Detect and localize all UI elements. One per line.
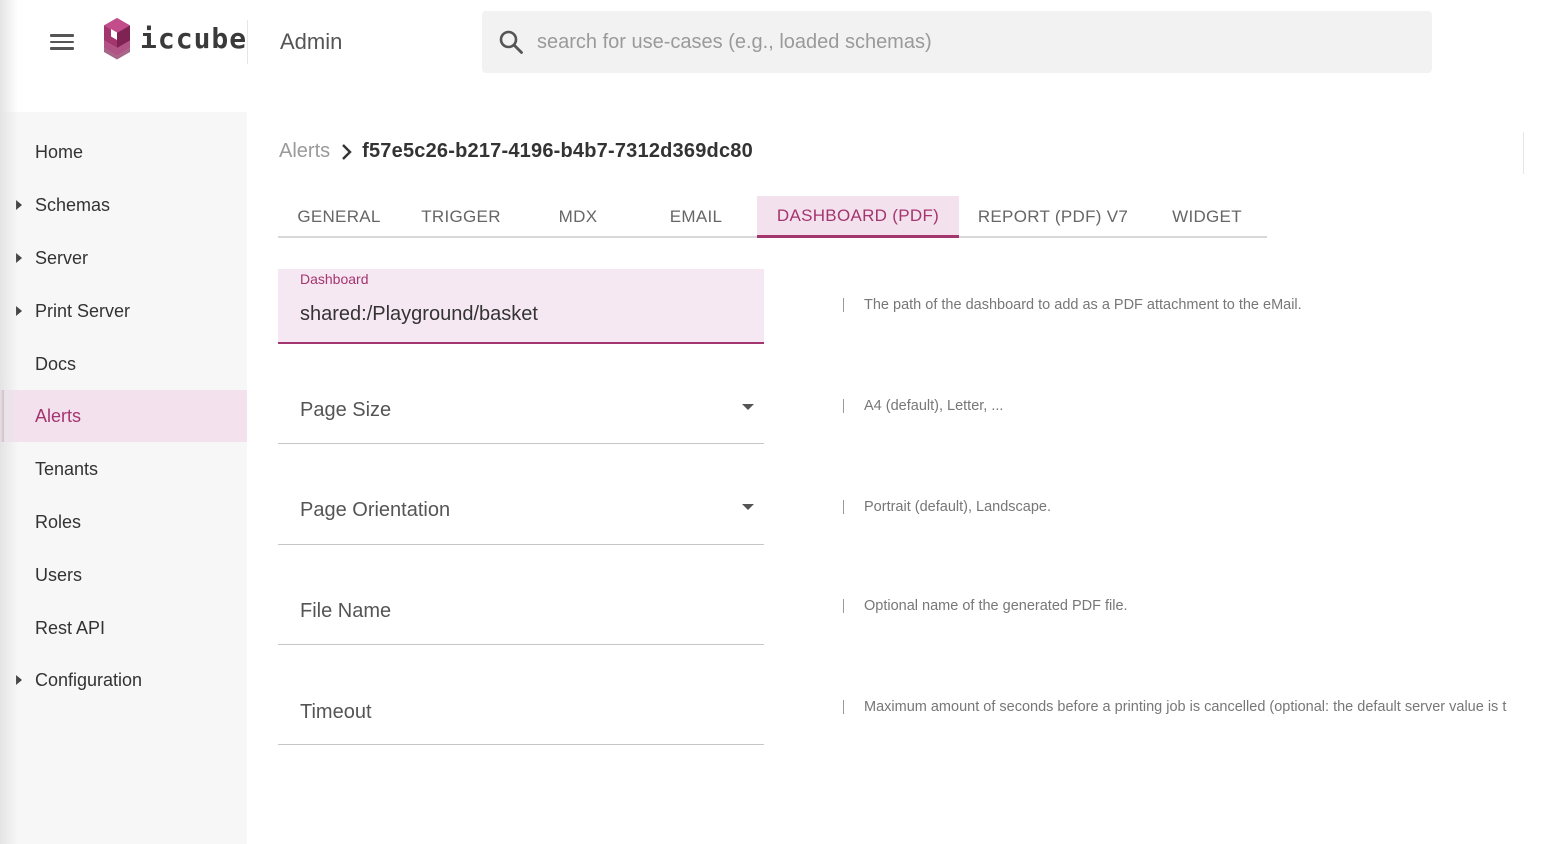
- field-underline: [278, 644, 764, 645]
- tab-dashboard-pdf[interactable]: DASHBOARD (PDF): [757, 196, 959, 238]
- caret-right-icon: [16, 253, 22, 263]
- sidebar-item-home[interactable]: Home: [0, 126, 247, 178]
- sidebar-item-label: Roles: [35, 511, 82, 532]
- timeout-field[interactable]: Timeout: [278, 676, 764, 745]
- page-orientation-help-text: Portrait (default), Landscape.: [864, 499, 1051, 515]
- sidebar-item-label: Rest API: [35, 617, 106, 638]
- page-orientation-select[interactable]: Page Orientation: [278, 475, 764, 545]
- sidebar-item-alerts[interactable]: Alerts: [0, 390, 247, 442]
- file-name-label: File Name: [300, 600, 392, 622]
- dropdown-arrow-icon: [742, 404, 754, 410]
- breadcrumb-alerts-link[interactable]: Alerts: [279, 140, 330, 163]
- menu-line: [50, 34, 74, 37]
- breadcrumb: Alerts f57e5c26-b217-4196-b4b7-7312d369d…: [279, 140, 753, 163]
- timeout-label: Timeout: [300, 701, 372, 723]
- help-divider: [843, 700, 844, 714]
- dashboard-help: The path of the dashboard to add as a PD…: [843, 297, 1302, 313]
- logo-text: iccube: [140, 21, 248, 55]
- sidebar-item-label: Tenants: [35, 458, 99, 479]
- dashboard-field-label: Dashboard: [300, 271, 369, 287]
- file-name-help-text: Optional name of the generated PDF file.: [864, 598, 1128, 614]
- page-orientation-help: Portrait (default), Landscape.: [843, 499, 1051, 515]
- caret-right-icon: [16, 306, 22, 316]
- tab-widget[interactable]: WIDGET: [1147, 196, 1267, 238]
- sidebar-item-schemas[interactable]: Schemas: [0, 179, 247, 231]
- sidebar-item-label: Server: [35, 247, 89, 268]
- dashboard-field[interactable]: Dashboard: [278, 269, 764, 344]
- file-name-help: Optional name of the generated PDF file.: [843, 598, 1128, 614]
- search-input[interactable]: [537, 25, 1397, 59]
- tab-bar: GENERAL TRIGGER MDX EMAIL DASHBOARD (PDF…: [278, 196, 1267, 238]
- caret-right-icon: [16, 675, 22, 685]
- dashboard-help-text: The path of the dashboard to add as a PD…: [864, 297, 1302, 313]
- menu-line: [50, 40, 74, 44]
- chevron-right-icon: [342, 143, 352, 160]
- page-title: Admin: [280, 29, 343, 54]
- sidebar-item-label: Print Server: [35, 300, 131, 321]
- sidebar-item-users[interactable]: Users: [0, 549, 247, 601]
- tab-report-pdf-v7[interactable]: REPORT (PDF) V7: [959, 196, 1147, 238]
- page-orientation-label: Page Orientation: [300, 499, 451, 521]
- sidebar-item-label: Schemas: [35, 194, 111, 215]
- sidebar-item-roles[interactable]: Roles: [0, 496, 247, 548]
- help-divider: [843, 298, 844, 312]
- sidebar-item-label: Users: [35, 564, 83, 585]
- page-size-help: A4 (default), Letter, ...: [843, 398, 1003, 414]
- sidebar-item-configuration[interactable]: Configuration: [0, 654, 247, 706]
- sidebar-item-server[interactable]: Server: [0, 232, 247, 284]
- sidebar-item-label: Alerts: [35, 405, 82, 426]
- tab-general[interactable]: GENERAL: [278, 196, 400, 238]
- sidebar: Home Schemas Server Print Server Docs Al…: [0, 112, 247, 844]
- help-divider: [843, 599, 844, 613]
- sidebar-item-print-server[interactable]: Print Server: [0, 285, 247, 337]
- field-underline: [278, 544, 764, 545]
- page-size-label: Page Size: [300, 399, 392, 421]
- field-underline: [278, 744, 764, 745]
- tab-email[interactable]: EMAIL: [634, 196, 758, 238]
- caret-right-icon: [16, 200, 22, 210]
- sidebar-item-label: Home: [35, 141, 84, 162]
- file-name-field[interactable]: File Name: [278, 576, 764, 645]
- field-underline: [278, 342, 764, 344]
- page-size-select[interactable]: Page Size: [278, 375, 764, 444]
- sidebar-item-docs[interactable]: Docs: [0, 338, 247, 390]
- menu-line: [50, 47, 74, 50]
- dashboard-input[interactable]: [300, 299, 740, 329]
- sidebar-item-rest-api[interactable]: Rest API: [0, 602, 247, 654]
- dropdown-arrow-icon: [742, 504, 754, 510]
- cube-logo-icon: [104, 18, 130, 60]
- hamburger-menu-icon[interactable]: [44, 26, 80, 58]
- iccube-logo[interactable]: iccube: [102, 16, 247, 60]
- help-divider: [843, 500, 844, 514]
- breadcrumb-current: f57e5c26-b217-4196-b4b7-7312d369dc80: [362, 140, 753, 162]
- sidebar-item-tenants[interactable]: Tenants: [0, 443, 247, 495]
- help-divider: [843, 399, 844, 413]
- sidebar-item-label: Docs: [35, 353, 77, 374]
- app-window: iccube Admin Home Schemas Server Print S…: [0, 0, 1568, 844]
- tab-trigger[interactable]: TRIGGER: [400, 196, 522, 238]
- header-divider: [247, 20, 248, 64]
- search-bar[interactable]: [482, 11, 1432, 73]
- field-underline: [278, 443, 764, 444]
- page-size-help-text: A4 (default), Letter, ...: [864, 398, 1004, 414]
- timeout-help-text: Maximum amount of seconds before a print…: [864, 699, 1507, 715]
- timeout-help: Maximum amount of seconds before a print…: [843, 699, 1506, 715]
- content-divider: [1523, 132, 1524, 174]
- search-icon: [499, 30, 523, 54]
- sidebar-item-label: Configuration: [35, 669, 143, 690]
- tab-mdx[interactable]: MDX: [522, 196, 634, 238]
